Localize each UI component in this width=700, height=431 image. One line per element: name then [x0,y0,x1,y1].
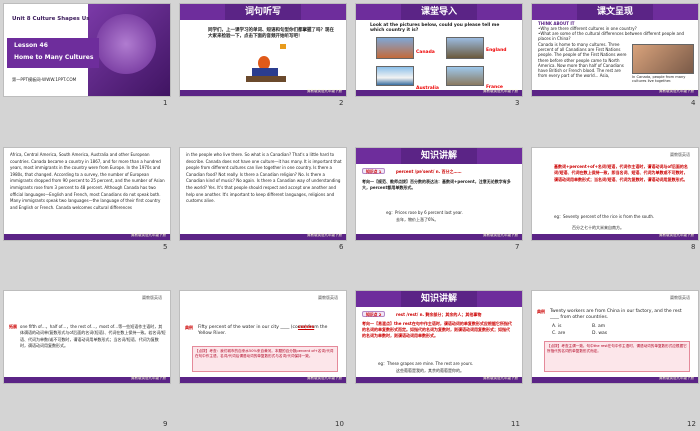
slide-number-12: 12 [687,420,696,428]
label-canada: Canada [416,50,435,55]
example-translation: 百分之七十的大米来自南方。 [572,225,624,230]
canada-photo [376,37,414,59]
slide-number-7: 7 [515,243,520,251]
england-photo [446,37,484,59]
vocab-word: percent /pə'sent/ n. 百分之…… [396,169,462,174]
slide-footer: 冀教版英语九年级下册 [356,89,522,96]
slide-thumb-7[interactable]: 知识讲解 知识点 1 percent /pə'sent/ n. 百分之…… 考向… [355,147,523,241]
intro-question: Look at the pictures below, could you pl… [370,23,500,34]
slide-number-11: 11 [511,420,520,428]
credit-text: 第一PPT模板网-WWW.1PPT.COM [12,77,77,82]
think-question-2: •What are some of the cultural differenc… [538,31,685,42]
option-d[interactable]: D. was [592,331,607,336]
usage-note: 考向一【易混点】the rest在句中作主语时，谓语动词的单复数形式应根据它所指… [362,321,512,338]
exercise-question: Twenty workers are from China in our fac… [550,309,682,320]
slide-title: 课堂导入 [356,4,522,20]
slide-tag: 冀教版英语 [142,295,162,300]
example-tag: 典例 [537,309,545,314]
knowledge-point-badge: 知识点 2 [362,311,386,317]
lesson-passage: in the people who live there. So what is… [186,152,342,204]
slide-thumb-12[interactable]: 冀教版英语 典例 Twenty workers are from China i… [531,290,699,384]
australia-photo [376,66,414,86]
label-england: England [486,48,507,53]
exercise-answer: comes [298,325,315,330]
example-tag: 典例 [185,325,193,330]
example-sentence: eg：These grapes are mine. The rest are y… [378,361,474,366]
slide-footer: 冀教版英语九年级下册 [180,89,346,96]
slide-thumb-8[interactable]: 冀教版英语 基数词+percent+of+名词/短语，代词作主语时，谓语动词与o… [531,147,699,241]
slide-thumb-2[interactable]: 词句听写 同学们，上一课学习的单词、短语和句型你们都掌握了吗？现在大家来检验一下… [179,3,347,97]
grammar-rule: 基数词+percent+of+名词/短语，代词作主语时，谓语动词与of后面的名词… [554,164,688,182]
vocab-word: rest /rest/ n. 剩余部分；其余的人；其他事物 [396,312,482,317]
slide-footer: 冀教版英语九年级下册 [356,376,522,383]
slide-thumb-10[interactable]: 冀教版英语 典例 Fifty percent of the water in o… [179,290,347,384]
slide-footer: 冀教版英语九年级下册 [532,376,698,383]
lesson-number: Lesson 46 [14,42,48,49]
slide-thumb-4[interactable]: 课文呈现 THINK ABOUT IT •Why are there diffe… [531,3,699,97]
slide-footer: 冀教版英语九年级下册 [4,376,170,383]
example-sentence: eg：Seventy percent of the rice is from t… [554,214,655,219]
slide-sorter-grid: Unit 8 Culture Shapes Us Lesson 46 Home … [0,0,700,431]
lesson-passage: Canada is home to many cultures. Three p… [538,42,627,79]
option-b[interactable]: B. am [592,324,605,329]
slide-thumb-9[interactable]: 冀教版英语 拓展 one fifth of…，half of…，the rest… [3,290,171,384]
slide-number-10: 10 [335,420,344,428]
slide-thumb-1[interactable]: Unit 8 Culture Shapes Us Lesson 46 Home … [3,3,171,97]
student-illustration [246,56,286,84]
slide-number-1: 1 [163,99,168,107]
extension-tag: 拓展 [9,324,17,329]
usage-note: 考向一【规范、教师点拨】百分数的表达法：基数词+percent，注意无论数字有多… [362,179,511,190]
slide-title: 词句听写 [180,4,346,20]
slide-footer: 冀教版英语九年级下册 [180,233,346,240]
slide-number-3: 3 [515,99,520,107]
globe-decoration [96,14,156,74]
slide-footer: 冀教版英语九年级下册 [532,233,698,240]
france-photo [446,66,484,86]
slide-number-5: 5 [163,243,168,251]
explanation-box: 【点拨】考查主谓一致。句中the rest在句中作主语时，谓语动词的单复数形式应… [544,341,690,372]
slide-footer: 冀教版英语九年级下册 [532,89,698,96]
example-translation: 这些葡萄是我的，其余的葡萄是你的。 [396,368,464,373]
option-a[interactable]: A. is [552,324,561,329]
slide-title: 课文呈现 [532,4,698,20]
slide-number-2: 2 [339,99,344,107]
explanation-box: 【点拨】考查：我们城市的自来水50%来自黄河。本题的百分数percent of+… [192,346,338,372]
photo-caption: In Canada, people from many cultures liv… [632,75,686,84]
slide-number-8: 8 [691,243,696,251]
extension-text: one fifth of…，half of…，the rest of…，most… [20,324,166,349]
slide-thumb-11[interactable]: 知识讲解 知识点 2 rest /rest/ n. 剩余部分；其余的人；其他事物… [355,290,523,384]
example-sentence: eg：Prices rose by 6 percent last year. [386,210,463,215]
lesson-topic: Home to Many Cultures [14,54,94,61]
slide-title: 知识讲解 [356,148,522,164]
slide-thumb-3[interactable]: 课堂导入 Look at the pictures below, could y… [355,3,523,97]
slide-title: 知识讲解 [356,291,522,307]
example-translation: 去年，物价上涨了6%。 [396,217,439,222]
slide-number-6: 6 [339,243,344,251]
slide-number-4: 4 [691,99,696,107]
lesson-passage: Africa, Central America, South America, … [10,152,165,210]
option-c[interactable]: C. are [552,331,565,336]
dictation-text: 同学们，上一课学习的单词、短语和句型你们都掌握了吗？现在大家来检验一下，点击下面… [208,28,334,39]
knowledge-point-badge: 知识点 1 [362,168,386,174]
slide-footer: 冀教版英语九年级下册 [180,376,346,383]
slide-tag: 冀教版英语 [670,152,690,157]
slide-number-9: 9 [163,420,168,428]
canada-people-photo [632,44,694,74]
unit-title: Unit 8 Culture Shapes Us [12,16,90,22]
exercise-question: Fifty percent of the water in our city _… [198,325,328,336]
slide-footer: 冀教版英语九年级下册 [356,233,522,240]
slide-tag: 冀教版英语 [318,295,338,300]
slide-footer: 冀教版英语九年级下册 [4,233,170,240]
slide-thumb-5[interactable]: Africa, Central America, South America, … [3,147,171,241]
speaker-icon[interactable] [280,44,286,49]
slide-tag: 冀教版英语 [670,295,690,300]
slide-thumb-6[interactable]: in the people who live there. So what is… [179,147,347,241]
